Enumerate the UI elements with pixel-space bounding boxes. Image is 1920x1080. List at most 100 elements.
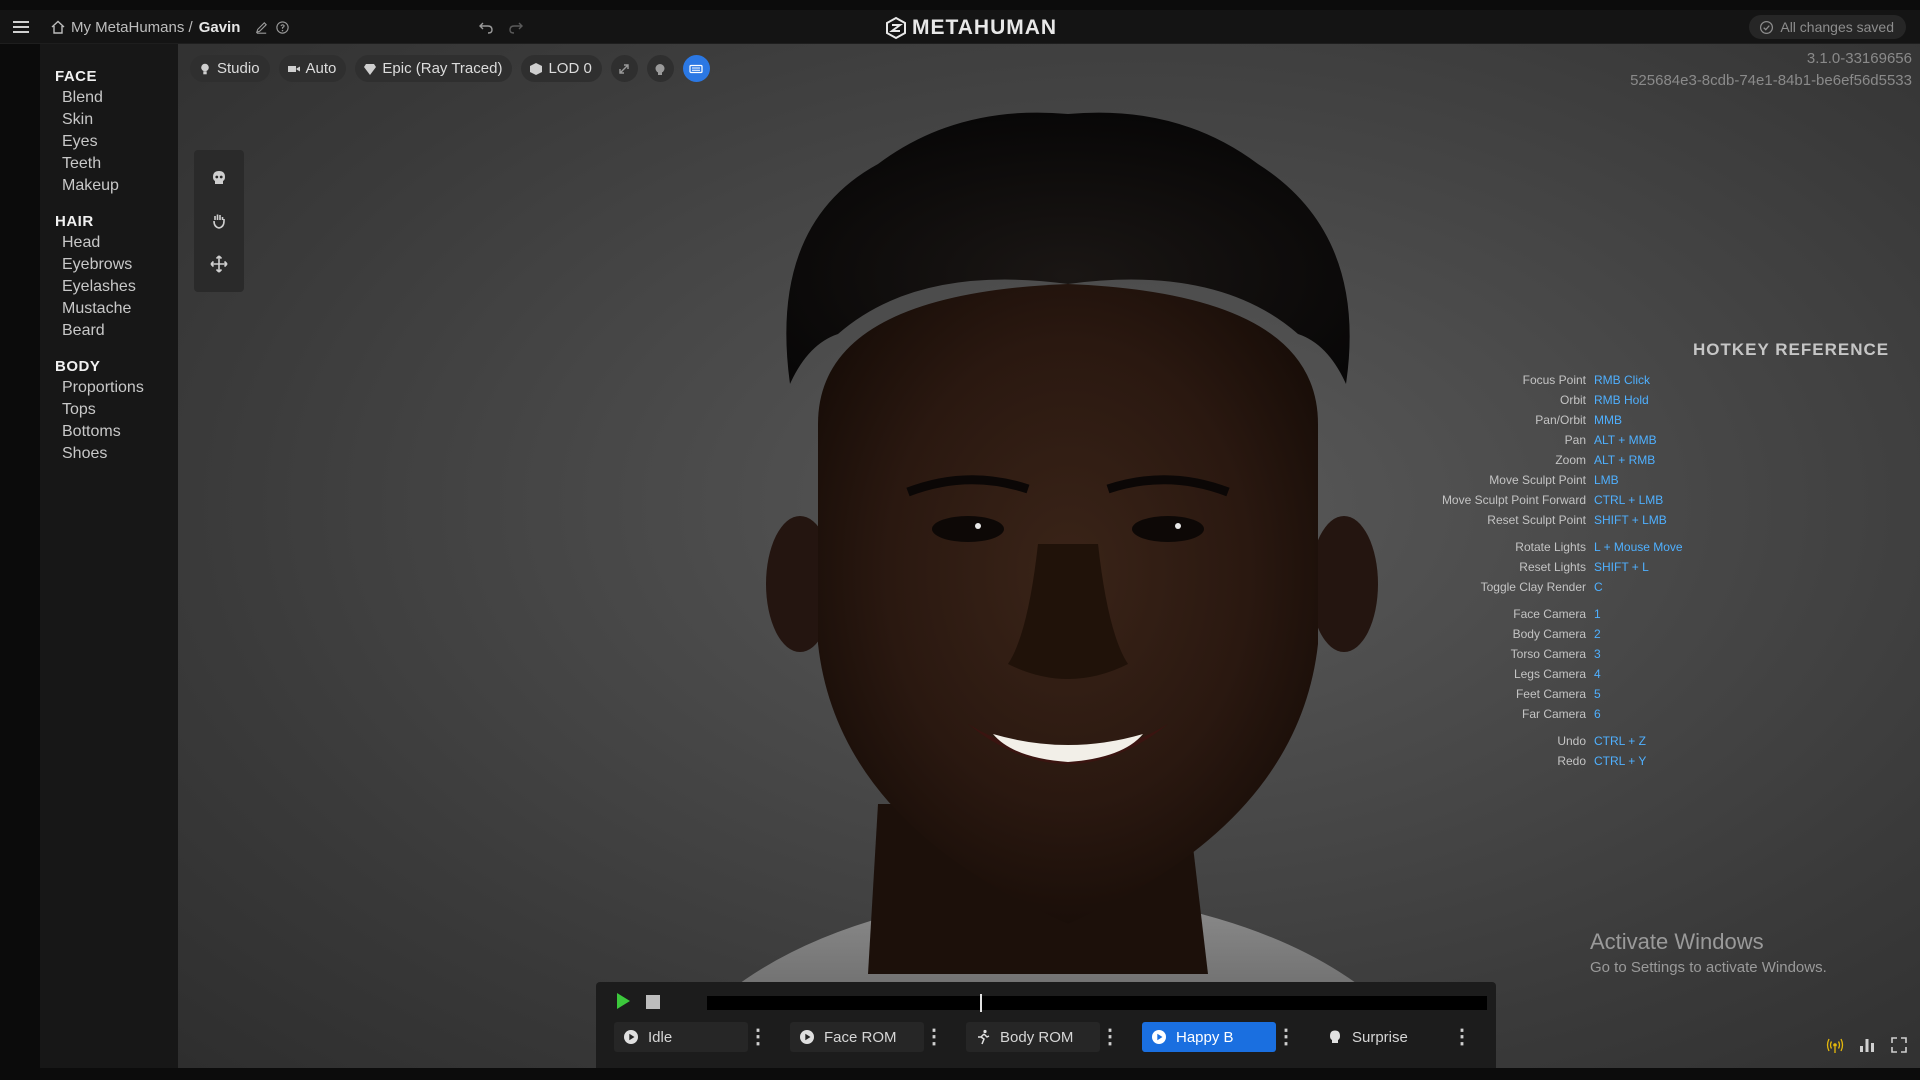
camera-mode-button[interactable]: Auto (278, 55, 347, 82)
cube-icon (530, 62, 543, 75)
animation-idle-button[interactable]: Idle (614, 1022, 748, 1052)
animation-label: Surprise (1352, 1028, 1408, 1046)
play-icon[interactable] (614, 992, 632, 1010)
breadcrumb: My MetaHumans / Gavin (50, 18, 290, 36)
skull-icon[interactable] (209, 168, 229, 188)
animation-face-rom-button[interactable]: Face ROM (790, 1022, 924, 1052)
hotkey-row: Zoom ALT + RMB (1268, 453, 1908, 471)
hotkey-key: CTRL + LMB (1594, 493, 1664, 507)
sidebar-item-makeup[interactable]: Makeup (62, 177, 119, 195)
hotkey-reference-toggle[interactable] (682, 55, 710, 82)
sidebar-item-skin[interactable]: Skin (62, 111, 93, 129)
stats-bar-icon[interactable] (1858, 1036, 1876, 1054)
animation-face-rom-options[interactable]: ⋮ (924, 1022, 944, 1052)
timeline-playhead[interactable] (980, 994, 982, 1012)
animation-idle-options[interactable]: ⋮ (748, 1022, 768, 1052)
stop-icon[interactable] (646, 995, 660, 1009)
undo-icon[interactable] (478, 19, 494, 35)
hotkey-key: LMB (1594, 473, 1619, 487)
sidebar-item-shoes[interactable]: Shoes (62, 445, 107, 463)
animation-label: Happy B (1176, 1028, 1234, 1046)
more-vertical-icon: ⋮ (1452, 1026, 1472, 1048)
sidebar-item-eyes[interactable]: Eyes (62, 133, 98, 151)
hotkey-row: Redo CTRL + Y (1268, 754, 1908, 772)
sidebar-item-bottoms[interactable]: Bottoms (62, 423, 121, 441)
save-status-badge: All changes saved (1749, 15, 1906, 39)
hotkey-action: Legs Camera (1513, 667, 1586, 681)
hotkey-key: RMB Click (1594, 373, 1650, 387)
viewport-status-icons (1826, 1036, 1908, 1054)
animation-body-rom-button[interactable]: Body ROM (966, 1022, 1100, 1052)
play-circle-icon (1152, 1030, 1166, 1044)
animation-happy-b-button[interactable]: Happy B (1142, 1022, 1276, 1052)
hotkey-action: Zoom (1555, 453, 1586, 467)
expand-toggle-button[interactable] (610, 55, 638, 82)
quality-label: Epic (Ray Traced) (382, 60, 503, 77)
hotkey-action: Pan (1564, 433, 1586, 447)
redo-icon[interactable] (508, 19, 524, 35)
hotkey-action: Redo (1557, 754, 1586, 768)
edit-pencil-icon[interactable] (254, 20, 269, 35)
sidebar-item-mustache[interactable]: Mustache (62, 300, 131, 318)
sidebar-item-head[interactable]: Head (62, 234, 100, 252)
metahuman-logo: METAHUMAN (884, 16, 1057, 40)
move-arrows-icon[interactable] (209, 254, 229, 274)
play-circle-icon (800, 1030, 814, 1044)
save-status-text: All changes saved (1780, 19, 1894, 35)
hotkey-action: Undo (1557, 734, 1586, 748)
sidebar-item-beard[interactable]: Beard (62, 322, 105, 340)
animation-surprise-options[interactable]: ⋮ (1452, 1022, 1472, 1052)
hotkey-action: Reset Lights (1519, 560, 1586, 574)
lod-button[interactable]: LOD 0 (521, 55, 602, 82)
animation-timeline[interactable] (707, 994, 1487, 1012)
more-vertical-icon: ⋮ (1100, 1026, 1120, 1048)
sidebar-item-teeth[interactable]: Teeth (62, 155, 101, 173)
animation-body-rom-options[interactable]: ⋮ (1100, 1022, 1120, 1052)
hotkey-action: Pan/Orbit (1535, 413, 1586, 427)
sidebar-item-eyebrows[interactable]: Eyebrows (62, 256, 132, 274)
fullscreen-icon[interactable] (1890, 1036, 1908, 1054)
play-circle-icon (624, 1030, 638, 1044)
hamburger-menu-icon[interactable] (11, 18, 31, 36)
hotkey-action: Reset Sculpt Point (1487, 513, 1586, 527)
hotkey-key: 4 (1594, 667, 1601, 681)
hotkey-row: Pan ALT + MMB (1268, 433, 1908, 451)
broadcast-signal-icon[interactable] (1826, 1036, 1844, 1054)
sidebar-item-tops[interactable]: Tops (62, 401, 96, 419)
hotkey-key: MMB (1594, 413, 1622, 427)
head-toggle-button[interactable] (646, 55, 674, 82)
diamond-icon (364, 63, 377, 75)
lighting-preset-button[interactable]: Studio (190, 55, 270, 82)
watermark-title: Activate Windows (1590, 929, 1764, 954)
keyboard-icon (689, 64, 703, 73)
hotkey-key: 6 (1594, 707, 1601, 721)
hotkey-row: Move Sculpt Point Forward CTRL + LMB (1268, 493, 1908, 511)
home-icon[interactable] (50, 19, 66, 35)
viewport-tools-panel (194, 150, 244, 292)
3d-viewport[interactable]: Studio Auto Epic (Ray Traced) LOD 0 3.1.… (178, 44, 1920, 1068)
watermark-subtitle: Go to Settings to activate Windows. (1590, 959, 1827, 976)
more-vertical-icon: ⋮ (1276, 1026, 1296, 1048)
more-vertical-icon: ⋮ (924, 1026, 944, 1048)
hotkey-row: Focus Point RMB Click (1268, 373, 1908, 391)
animation-happy-b-options[interactable]: ⋮ (1276, 1022, 1296, 1052)
hotkey-row: Reset Sculpt Point SHIFT + LMB (1268, 513, 1908, 531)
hotkey-row: Toggle Clay Render C (1268, 580, 1908, 598)
sidebar-item-blend[interactable]: Blend (62, 89, 103, 107)
breadcrumb-root[interactable]: My MetaHumans / (71, 19, 193, 36)
sidebar-item-eyelashes[interactable]: Eyelashes (62, 278, 136, 296)
hand-grab-icon[interactable] (209, 211, 229, 231)
left-gutter (0, 44, 40, 1080)
render-quality-button[interactable]: Epic (Ray Traced) (355, 55, 513, 82)
hotkey-row: Far Camera 6 (1268, 707, 1908, 725)
viewport-toolbar: Studio Auto Epic (Ray Traced) LOD 0 (190, 55, 710, 82)
metahuman-app: My MetaHumans / Gavin METAHUMAN All chan… (0, 0, 1920, 1080)
hotkey-reference-title: HOTKEY REFERENCE (1693, 340, 1890, 359)
animation-label: Body ROM (1000, 1028, 1074, 1046)
sidebar-item-proportions[interactable]: Proportions (62, 379, 144, 397)
help-icon[interactable] (275, 20, 290, 35)
hotkey-action: Focus Point (1522, 373, 1586, 387)
animation-label: Idle (648, 1028, 673, 1046)
animation-surprise-button[interactable]: Surprise (1318, 1022, 1452, 1052)
face-icon (1330, 1030, 1340, 1043)
